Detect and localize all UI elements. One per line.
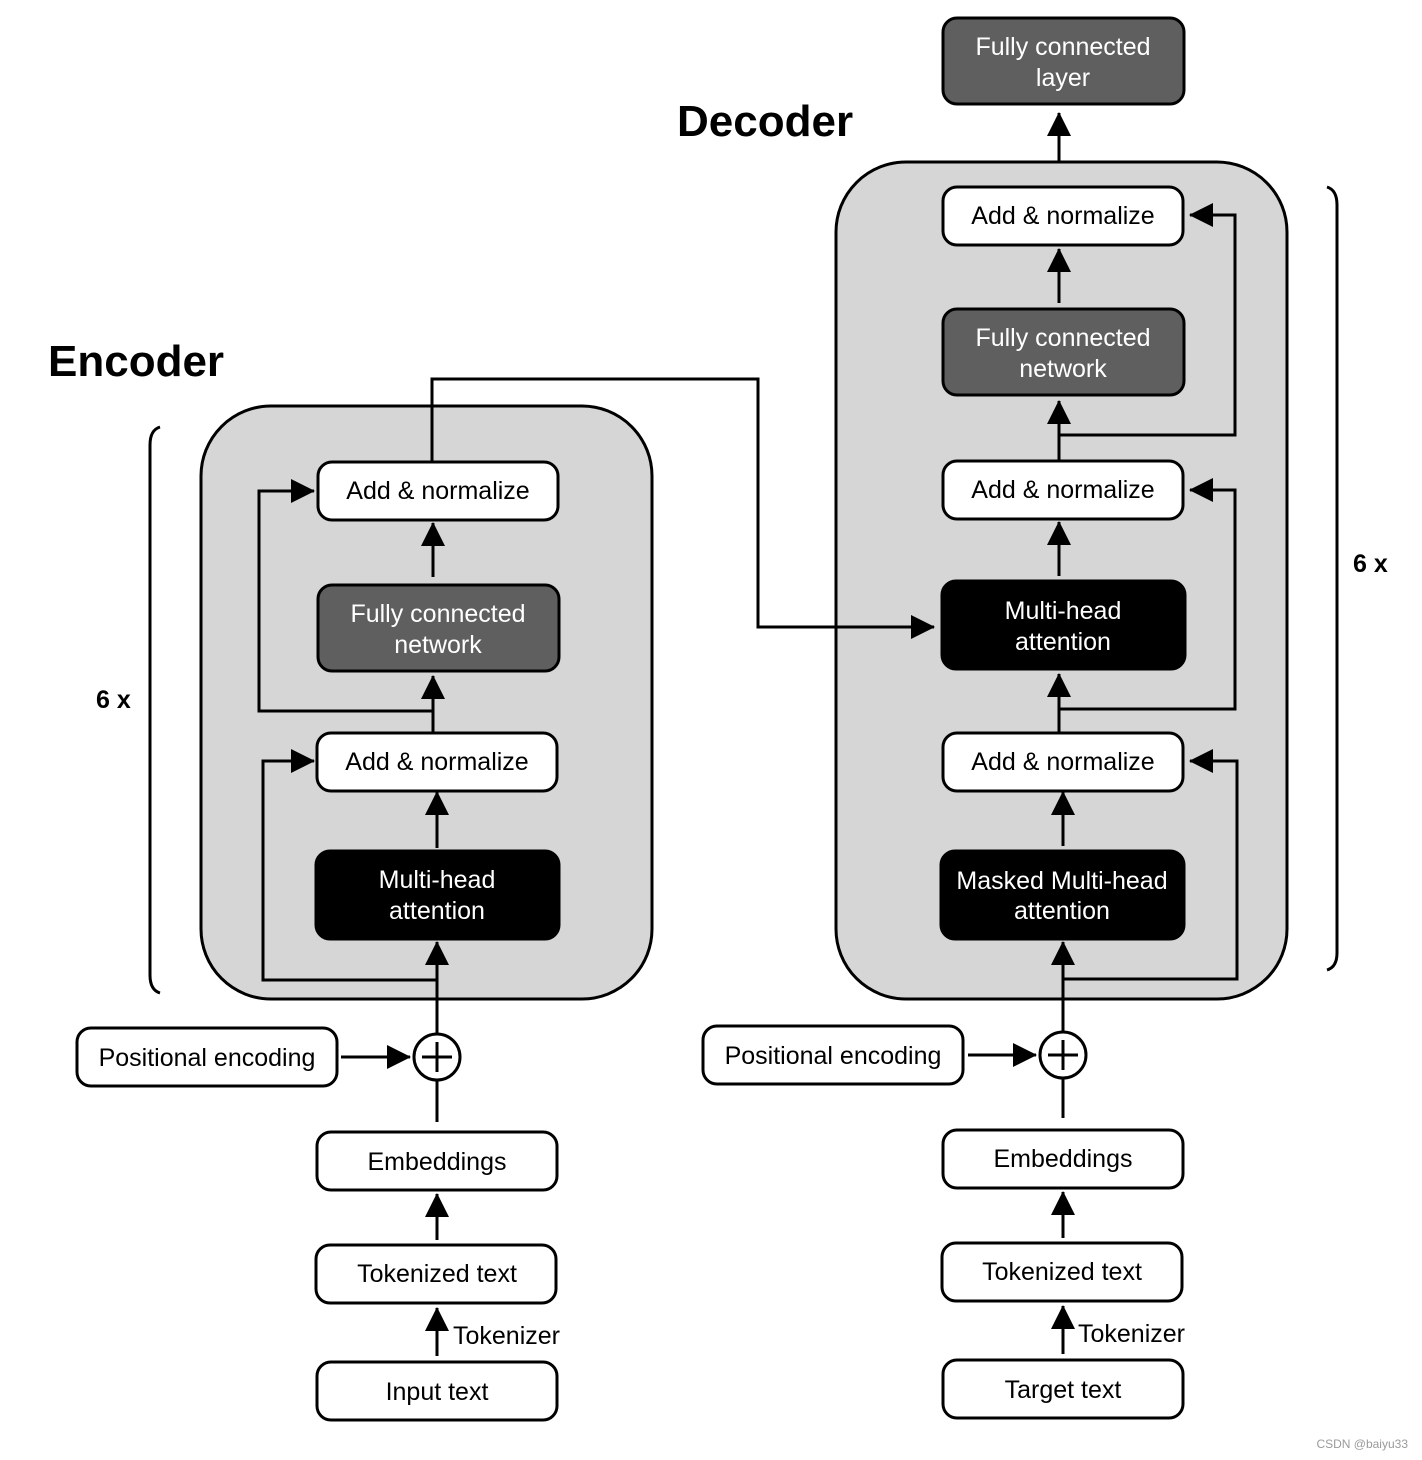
decoder-add-normalize-bottom: Add & normalize: [941, 731, 1185, 793]
encoder-sum-icon: [412, 1032, 462, 1082]
decoder-positional-encoding-label: Positional encoding: [725, 1042, 942, 1070]
decoder-multi-head-attention: Multi-head attention: [940, 579, 1187, 671]
encoder-tokenized-text-label: Tokenized text: [357, 1260, 517, 1288]
decoder-add-normalize-bottom-label: Add & normalize: [971, 748, 1154, 776]
encoder-repeat-label: 6 x: [96, 686, 131, 714]
encoder-tokenized-text: Tokenized text: [314, 1243, 558, 1305]
decoder-masked-attention-label-line1: Masked Multi-head: [956, 867, 1167, 895]
decoder-sum-icon: [1038, 1030, 1088, 1080]
watermark: CSDN @baiyu33: [1316, 1437, 1408, 1451]
decoder-add-normalize-middle-label: Add & normalize: [971, 476, 1154, 504]
encoder-input-text: Input text: [315, 1360, 559, 1422]
encoder: Encoder 6 x Add & normalize Fully connec…: [48, 337, 935, 1422]
decoder-tokenized-text-label: Tokenized text: [982, 1258, 1142, 1286]
decoder-add-normalize-top: Add & normalize: [941, 185, 1185, 247]
encoder-embeddings-label: Embeddings: [368, 1148, 507, 1176]
decoder-ffn: Fully connected network: [941, 307, 1186, 397]
encoder-add-normalize-top: Add & normalize: [316, 460, 560, 522]
encoder-attention-label-line1: Multi-head: [379, 866, 496, 894]
decoder-attention-label-line2: attention: [1015, 628, 1111, 656]
transformer-diagram: Encoder 6 x Add & normalize Fully connec…: [48, 16, 1408, 1451]
decoder-output-layer-label-line1: Fully connected: [975, 33, 1150, 61]
decoder-masked-multi-head-attention: Masked Multi-head attention: [939, 849, 1186, 941]
encoder-embeddings: Embeddings: [315, 1130, 559, 1192]
decoder-embeddings: Embeddings: [941, 1128, 1185, 1190]
decoder-output-fully-connected-layer: Fully connected layer: [941, 16, 1186, 106]
decoder-title: Decoder: [677, 97, 853, 146]
decoder: Decoder Fully connected layer 6 x Add & …: [677, 16, 1388, 1420]
decoder-ffn-label-line2: network: [1019, 355, 1107, 383]
decoder-target-text-label: Target text: [1005, 1376, 1122, 1404]
decoder-masked-attention-label-line2: attention: [1014, 897, 1110, 925]
decoder-embeddings-label: Embeddings: [994, 1145, 1133, 1173]
encoder-add-normalize-bottom: Add & normalize: [315, 731, 559, 793]
decoder-attention-label-line1: Multi-head: [1005, 597, 1122, 625]
encoder-ffn-label-line1: Fully connected: [350, 600, 525, 628]
decoder-repeat-label: 6 x: [1353, 550, 1388, 578]
encoder-multi-head-attention: Multi-head attention: [314, 849, 561, 941]
decoder-tokenized-text: Tokenized text: [940, 1241, 1184, 1303]
encoder-title: Encoder: [48, 337, 224, 386]
decoder-ffn-label-line1: Fully connected: [975, 324, 1150, 352]
encoder-attention-label-line2: attention: [389, 897, 485, 925]
encoder-tokenizer-label: Tokenizer: [453, 1322, 560, 1350]
encoder-add-normalize-top-label: Add & normalize: [346, 477, 529, 505]
decoder-tokenizer-label: Tokenizer: [1078, 1320, 1185, 1348]
decoder-target-text: Target text: [941, 1358, 1185, 1420]
encoder-ffn-label-line2: network: [394, 631, 482, 659]
encoder-add-normalize-bottom-label: Add & normalize: [345, 748, 528, 776]
decoder-output-layer-label-line2: layer: [1036, 64, 1090, 92]
encoder-positional-encoding: Positional encoding: [75, 1026, 339, 1088]
decoder-add-normalize-middle: Add & normalize: [941, 459, 1185, 521]
encoder-repeat-brace: [148, 425, 161, 995]
encoder-positional-encoding-label: Positional encoding: [99, 1044, 316, 1072]
encoder-ffn: Fully connected network: [316, 583, 561, 673]
decoder-repeat-brace: [1326, 185, 1339, 972]
decoder-add-normalize-top-label: Add & normalize: [971, 202, 1154, 230]
encoder-input-text-label: Input text: [386, 1378, 489, 1406]
decoder-positional-encoding: Positional encoding: [701, 1024, 965, 1086]
